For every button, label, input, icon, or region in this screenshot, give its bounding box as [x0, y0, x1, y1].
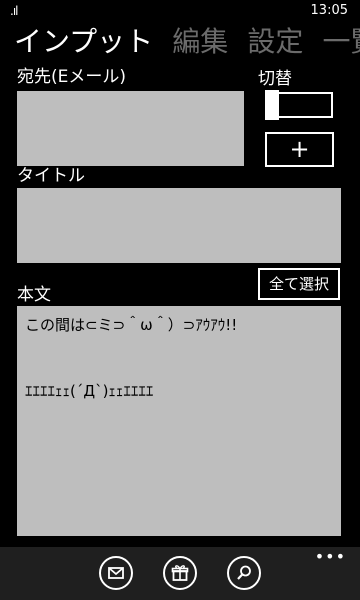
- select-all-button[interactable]: 全て選択: [258, 268, 340, 300]
- tab-input[interactable]: インプット: [14, 22, 153, 62]
- title-field[interactable]: [17, 188, 341, 263]
- to-label: 宛先(Eメール): [17, 67, 127, 87]
- tab-list[interactable]: 一覧: [322, 22, 360, 62]
- gift-button[interactable]: [163, 556, 197, 590]
- title-label: タイトル: [17, 166, 85, 186]
- body-textarea[interactable]: この間は⊂ミ⊃＾ω＾）⊃ｱｳｱｳ!! ｴｴｴｴｪｪ(´Д`)ｪｪｴｴｴｴ: [17, 306, 341, 536]
- status-bar: .ıl 13:05: [0, 0, 360, 22]
- gift-icon: [171, 565, 189, 581]
- tab-settings[interactable]: 設定: [247, 22, 303, 62]
- clock: 13:05: [310, 3, 348, 18]
- add-button[interactable]: +: [265, 132, 334, 167]
- app-bar: •••: [0, 547, 360, 600]
- body-label: 本文: [17, 285, 51, 305]
- search-button[interactable]: [227, 556, 261, 590]
- switch-toggle[interactable]: [265, 90, 333, 120]
- signal-icon: .ıl: [10, 4, 19, 18]
- mail-button[interactable]: [99, 556, 133, 590]
- switch-label: 切替: [258, 69, 292, 89]
- to-field[interactable]: [17, 91, 244, 166]
- pivot-header: インプット 編集 設定 一覧: [14, 22, 360, 62]
- more-menu[interactable]: •••: [315, 547, 346, 566]
- tab-edit[interactable]: 編集: [172, 22, 228, 62]
- mail-icon: [108, 567, 124, 579]
- switch-knob[interactable]: [265, 90, 279, 120]
- search-icon: [237, 565, 251, 580]
